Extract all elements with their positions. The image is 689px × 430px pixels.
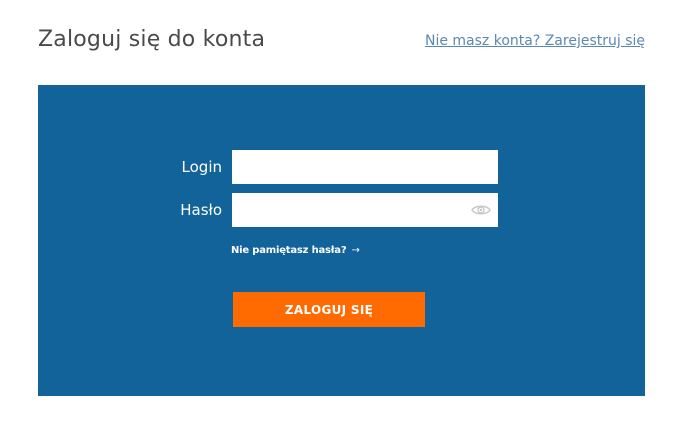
password-input[interactable] xyxy=(232,193,498,227)
password-label: Hasło xyxy=(180,201,222,219)
login-panel: Login Hasło Nie pamiętasz hasła? → ZALOGU… xyxy=(38,85,645,396)
forgot-password-label: Nie pamiętasz hasła? xyxy=(231,245,347,256)
login-input[interactable] xyxy=(232,150,498,184)
login-page: Zaloguj się do konta Nie masz konta? Zar… xyxy=(0,0,689,430)
login-label: Login xyxy=(181,158,222,176)
login-button[interactable]: ZALOGUJ SIĘ xyxy=(233,292,425,327)
arrow-right-icon: → xyxy=(351,245,360,256)
page-title: Zaloguj się do konta xyxy=(38,27,266,52)
forgot-password-link[interactable]: Nie pamiętasz hasła? → xyxy=(231,245,360,256)
register-link[interactable]: Nie masz konta? Zarejestruj się xyxy=(425,33,645,49)
eye-icon[interactable] xyxy=(471,202,491,216)
